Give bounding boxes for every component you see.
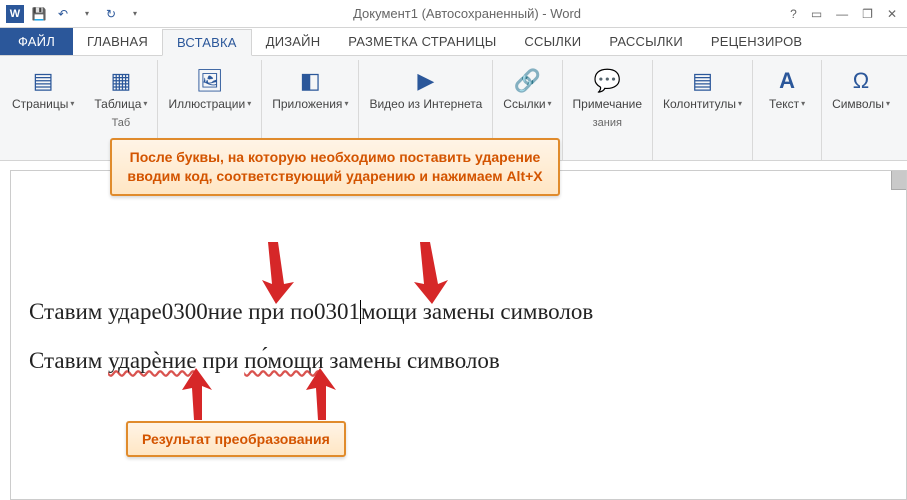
comment-button[interactable]: 💬 Примечание: [569, 62, 646, 113]
qat-customize-icon[interactable]: ▾: [126, 5, 144, 23]
undo-dropdown-icon[interactable]: ▾: [78, 5, 96, 23]
apps-label: Приложения: [272, 98, 342, 111]
line1-part-a: Ставим ударе0300ние при по0301: [29, 299, 360, 324]
line2-a: Ставим: [29, 348, 108, 373]
picture-icon: 🖼: [193, 64, 227, 98]
document-line-2[interactable]: Ставим ударѐние при по́мощи замены симво…: [29, 348, 888, 374]
ribbon-tabs: ФАЙЛ ГЛАВНАЯ ВСТАВКА ДИЗАЙН РАЗМЕТКА СТР…: [0, 28, 907, 56]
chevron-down-icon: ▾: [801, 100, 805, 109]
group-pages: ▤ Страницы▾: [2, 60, 84, 160]
tab-home[interactable]: ГЛАВНАЯ: [73, 28, 162, 55]
pages-icon: ▤: [26, 64, 60, 98]
comment-icon: 💬: [590, 64, 624, 98]
arrow-top-left: [248, 238, 308, 308]
callout-bottom: Результат преобразования: [126, 421, 346, 457]
chevron-down-icon: ▾: [344, 100, 348, 109]
close-icon[interactable]: ✕: [887, 7, 897, 21]
textbox-icon: A: [770, 64, 804, 98]
omega-icon: Ω: [844, 64, 878, 98]
tab-layout[interactable]: РАЗМЕТКА СТРАНИЦЫ: [334, 28, 510, 55]
video-button[interactable]: ▶ Видео из Интернета: [365, 62, 486, 113]
save-icon[interactable]: 💾: [30, 5, 48, 23]
tab-file[interactable]: ФАЙЛ: [0, 28, 73, 55]
text-label: Текст: [769, 98, 799, 111]
tab-mailings[interactable]: РАССЫЛКИ: [595, 28, 697, 55]
symbols-button[interactable]: Ω Символы▾: [828, 62, 894, 113]
maximize-icon[interactable]: ❐: [862, 7, 873, 21]
word-icon: W: [6, 5, 24, 23]
chevron-down-icon: ▾: [143, 100, 147, 109]
video-label: Видео из Интернета: [369, 98, 482, 111]
chevron-down-icon: ▾: [70, 100, 74, 109]
window-controls: ? ▭ — ❐ ✕: [790, 7, 907, 21]
chevron-down-icon: ▾: [247, 100, 251, 109]
illustrations-button[interactable]: 🖼 Иллюстрации▾: [164, 62, 255, 113]
chevron-down-icon: ▾: [886, 100, 890, 109]
tab-insert[interactable]: ВСТАВКА: [162, 29, 252, 56]
table-label: Таблица: [94, 98, 141, 111]
title-bar: W 💾 ↶ ▾ ↻ ▾ Документ1 (Автосохраненный) …: [0, 0, 907, 28]
illustrations-label: Иллюстрации: [168, 98, 245, 111]
comments-group-label: зания: [593, 117, 622, 129]
pages-label: Страницы: [12, 98, 68, 111]
group-headerfooter: ▤ Колонтитулы▾: [653, 60, 753, 160]
link-icon: 🔗: [510, 64, 544, 98]
tab-review[interactable]: РЕЦЕНЗИРОВ: [697, 28, 816, 55]
video-icon: ▶: [409, 64, 443, 98]
help-icon[interactable]: ?: [790, 7, 797, 21]
group-symbols: Ω Символы▾: [822, 60, 900, 160]
apps-button[interactable]: ◧ Приложения▾: [268, 62, 352, 113]
callout-top: После буквы, на которую необходимо поста…: [110, 138, 560, 196]
symbols-label: Символы: [832, 98, 884, 111]
chevron-down-icon: ▾: [738, 100, 742, 109]
ribbon-options-icon[interactable]: ▭: [811, 7, 822, 21]
minimize-icon[interactable]: —: [836, 7, 848, 21]
tab-references[interactable]: ССЫЛКИ: [510, 28, 595, 55]
table-button[interactable]: ▦ Таблица▾: [90, 62, 151, 113]
links-button[interactable]: 🔗 Ссылки▾: [499, 62, 555, 113]
arrow-bottom-right: [296, 368, 346, 424]
undo-icon[interactable]: ↶: [54, 5, 72, 23]
links-label: Ссылки: [503, 98, 545, 111]
tab-design[interactable]: ДИЗАЙН: [252, 28, 335, 55]
text-cursor: [360, 300, 361, 324]
headerfooter-button[interactable]: ▤ Колонтитулы▾: [659, 62, 746, 113]
redo-icon[interactable]: ↻: [102, 5, 120, 23]
headerfooter-label: Колонтитулы: [663, 98, 736, 111]
window-title: Документ1 (Автосохраненный) - Word: [144, 6, 790, 21]
table-icon: ▦: [104, 64, 138, 98]
apps-icon: ◧: [293, 64, 327, 98]
document-line-1[interactable]: Ставим ударе0300ние при по0301мощи замен…: [29, 299, 888, 326]
arrow-bottom-left: [172, 368, 222, 424]
group-text: A Текст▾: [753, 60, 822, 160]
line2-e: замены символов: [324, 348, 500, 373]
header-icon: ▤: [686, 64, 720, 98]
pages-button[interactable]: ▤ Страницы▾: [8, 62, 78, 113]
chevron-down-icon: ▾: [548, 100, 552, 109]
group-comments: 💬 Примечание зания: [563, 60, 653, 160]
text-button[interactable]: A Текст▾: [759, 62, 815, 113]
quick-access-toolbar: W 💾 ↶ ▾ ↻ ▾: [0, 5, 144, 23]
comment-label: Примечание: [573, 98, 642, 111]
arrow-top-right: [396, 238, 456, 308]
tables-group-label: Таб: [112, 117, 131, 129]
